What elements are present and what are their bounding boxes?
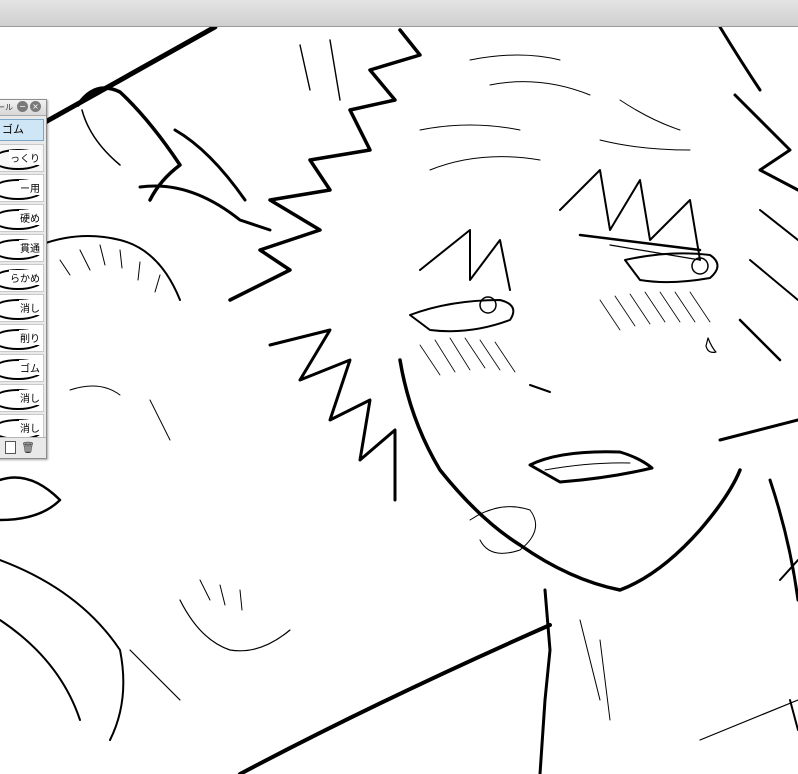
new-page-icon[interactable] xyxy=(5,441,16,454)
trash-icon[interactable]: 🗑 xyxy=(21,441,35,454)
subtool-item-5[interactable]: らかめ xyxy=(0,264,44,292)
subtool-group-header[interactable]: ゴム xyxy=(0,119,44,141)
subtool-label: っくり xyxy=(9,150,41,165)
drawing-canvas[interactable] xyxy=(0,27,798,774)
subtool-label: 削り xyxy=(19,330,41,345)
subtool-label: 硬め xyxy=(19,210,41,225)
subtool-label: ー用 xyxy=(19,180,41,195)
subtool-item-7[interactable]: 削り xyxy=(0,324,44,352)
subtool-item-4[interactable]: 貫通 xyxy=(0,234,44,262)
subtool-label: 消し xyxy=(19,390,41,405)
subtool-item-3[interactable]: 硬め xyxy=(0,204,44,232)
subtool-item-8[interactable]: ゴム xyxy=(0,354,44,382)
palette-title-bar[interactable]: ール − × xyxy=(0,100,46,116)
app-title-bar xyxy=(0,0,798,27)
subtool-item-6[interactable]: 消し xyxy=(0,294,44,322)
line-art-illustration xyxy=(0,27,798,774)
subtool-item-1[interactable]: っくり xyxy=(0,144,44,172)
subtool-label: ゴム xyxy=(19,360,41,375)
subtool-label: 消し xyxy=(19,300,41,315)
subtool-item-9[interactable]: 消し xyxy=(0,384,44,412)
subtool-label: 消し xyxy=(19,420,41,435)
close-icon[interactable]: × xyxy=(30,101,41,112)
subtool-item-2[interactable]: ー用 xyxy=(0,174,44,202)
eraser-subtool-palette: ール − × ゴム っくり ー用 硬め 貫通 らかめ 消し 削り ゴム 消し xyxy=(0,99,47,459)
subtool-label: らかめ xyxy=(9,270,41,285)
palette-title: ール xyxy=(0,103,13,112)
palette-footer: 🗑 xyxy=(0,437,46,458)
minimize-icon[interactable]: − xyxy=(17,101,28,112)
subtool-label: 貫通 xyxy=(19,240,41,255)
